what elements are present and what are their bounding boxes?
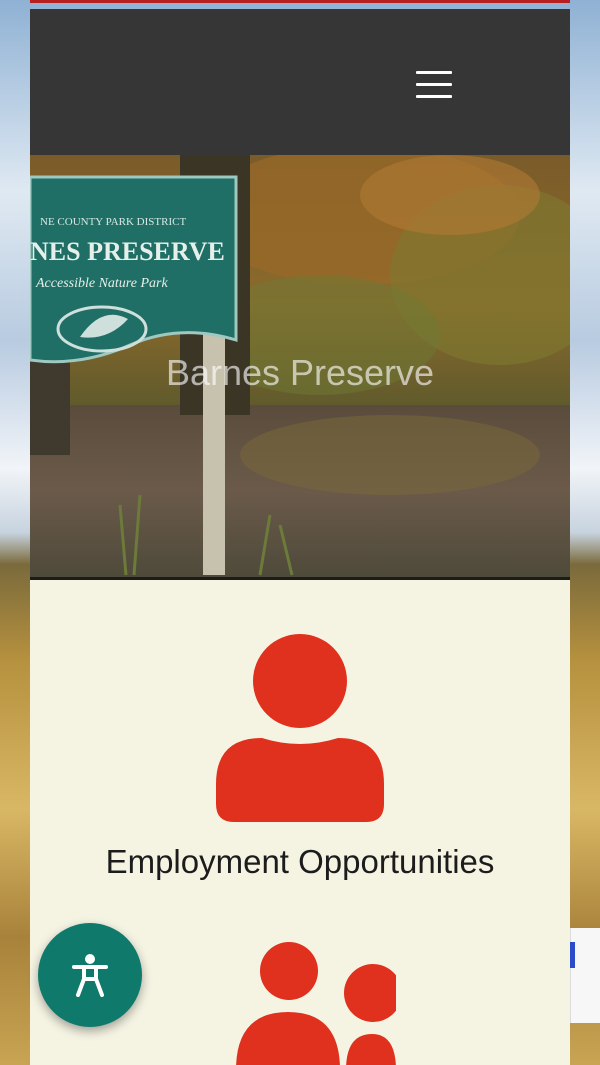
side-widget-bar (570, 942, 575, 968)
hamburger-menu-icon[interactable] (414, 71, 454, 101)
group-icon[interactable] (206, 940, 402, 1065)
employment-opportunities-link[interactable]: Employment Opportunities (30, 843, 570, 881)
page-frame: NE COUNTY PARK DISTRICT NES PRESERVE Acc… (30, 0, 570, 1065)
svg-text:NES PRESERVE: NES PRESERVE (30, 237, 225, 266)
accessibility-icon (72, 954, 108, 997)
accessibility-button[interactable] (38, 923, 142, 1027)
menu-bar-line (416, 95, 452, 98)
menu-bar-line (416, 83, 452, 86)
person-icon[interactable] (216, 634, 384, 824)
top-accent-strip (30, 0, 570, 3)
site-header (30, 9, 570, 155)
svg-text:NE COUNTY PARK DISTRICT: NE COUNTY PARK DISTRICT (40, 216, 186, 228)
hero-banner: NE COUNTY PARK DISTRICT NES PRESERVE Acc… (30, 155, 570, 577)
side-widget[interactable] (570, 928, 600, 1023)
svg-text:Accessible Nature Park: Accessible Nature Park (35, 276, 168, 291)
menu-bar-line (416, 71, 452, 74)
hero-title: Barnes Preserve (165, 352, 435, 393)
